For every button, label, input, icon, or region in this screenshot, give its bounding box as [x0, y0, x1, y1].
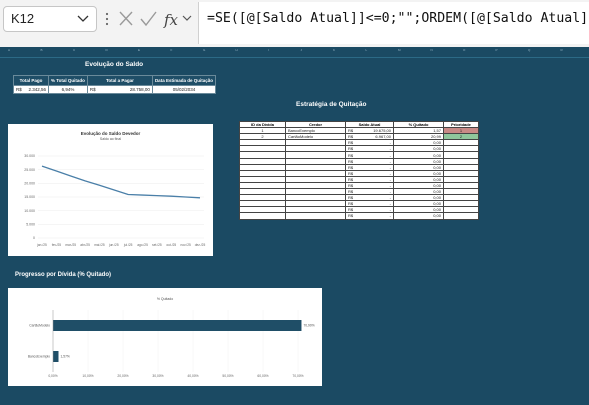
name-box[interactable]: K12	[3, 6, 97, 32]
table-row: R$ -0,00	[239, 212, 479, 220]
strategy-title: Estratégia de Quitação	[296, 101, 367, 108]
column-header[interactable]: B	[41, 48, 43, 52]
column-headers: A B C D E F G H I J K L M N O P Q R	[0, 47, 589, 58]
data-label: 1,57%	[60, 355, 69, 359]
formula-bar-area: K12 fx =SE([@[Saldo Atual]]<=0;"";ORDEM(…	[0, 0, 589, 48]
y-tick-label: 25.000	[24, 168, 35, 172]
y-tick-label: 20.000	[24, 182, 35, 186]
column-header[interactable]: F	[171, 48, 173, 52]
progress-title: Progresso por Dívida (% Quitado)	[15, 272, 112, 278]
x-tick-label: abr./25	[80, 243, 90, 247]
data-label: 70,99%	[303, 324, 314, 328]
cell-pct-quitado[interactable]: 6,94%	[48, 85, 88, 94]
name-box-value: K12	[11, 11, 35, 26]
header-total-pagar: Total a Pagar	[86, 75, 153, 86]
evolution-title: Evolução do Saldo	[85, 61, 144, 68]
y-tick-label: 0	[33, 236, 35, 240]
header-total-pago: Total Pago	[13, 75, 49, 86]
line-chart[interactable]: Evolução do Saldo Devedor Saldo ao final…	[8, 124, 213, 256]
x-tick-label: out./25	[166, 243, 176, 247]
cancel-icon[interactable]	[119, 11, 133, 26]
header-data-quitacao: Data Estimada de Quitação	[151, 75, 217, 86]
cell-total-pagar[interactable]: R$ 28.758,00	[86, 85, 153, 94]
column-header[interactable]: A	[8, 48, 10, 52]
cell-prioridade[interactable]	[443, 212, 479, 220]
x-tick-label: mai./25	[94, 243, 105, 247]
chevron-down-icon[interactable]	[182, 15, 192, 21]
bar	[53, 351, 59, 362]
column-header[interactable]: I	[268, 48, 269, 52]
column-header[interactable]: H	[236, 48, 238, 52]
insert-function-icon[interactable]: fx	[163, 11, 179, 29]
column-header[interactable]: K	[333, 48, 335, 52]
column-header[interactable]: E	[138, 48, 140, 52]
x-tick-label: mar./25	[65, 243, 76, 247]
column-header[interactable]: C	[73, 48, 75, 52]
enter-icon[interactable]	[140, 11, 157, 27]
cell-credor[interactable]	[285, 212, 346, 220]
category-label: CartãoModelo	[29, 324, 50, 328]
x-tick-label: fev./25	[52, 243, 62, 247]
x-tick-label: dez./25	[195, 243, 206, 247]
x-tick-label: jun./25	[108, 243, 119, 247]
x-tick-label: 20,00%	[117, 374, 128, 378]
y-tick-label: 10.000	[24, 209, 35, 213]
cell-total-pago[interactable]: R$ 2.342,56	[13, 85, 49, 94]
x-tick-label: 70,00%	[292, 374, 303, 378]
bar	[53, 320, 302, 331]
column-header[interactable]: M	[398, 48, 401, 52]
category-label: BancoExemplo	[28, 355, 50, 359]
x-tick-label: 60,00%	[257, 374, 268, 378]
x-tick-label: jan./25	[36, 243, 47, 247]
x-tick-label: 40,00%	[187, 374, 198, 378]
more-options-icon[interactable]	[104, 8, 110, 30]
column-header[interactable]: J	[301, 48, 303, 52]
formula-text: =SE([@[Saldo Atual]]<=0;"";ORDEM([@[Sald…	[207, 11, 589, 26]
svg-text:fx: fx	[163, 11, 179, 29]
column-header[interactable]: G	[203, 48, 205, 52]
cell-saldo[interactable]: R$ -	[345, 212, 394, 220]
strategy-table: ID da Dívida Credor Saldo Atual % Quitad…	[239, 120, 479, 220]
x-tick-label: jul./25	[123, 243, 133, 247]
column-header[interactable]: O	[463, 48, 465, 52]
column-header[interactable]: Q	[528, 48, 530, 52]
header-pct-quitado: % Total Quitado	[48, 75, 88, 86]
summary-table: Total Pago % Total Quitado Total a Pagar…	[13, 75, 217, 94]
column-header[interactable]: P	[496, 48, 498, 52]
column-header[interactable]: D	[106, 48, 108, 52]
x-tick-label: 0,00%	[48, 374, 57, 378]
y-tick-label: 30.000	[24, 154, 35, 158]
cell-id[interactable]	[239, 212, 286, 220]
column-header[interactable]: N	[431, 48, 433, 52]
x-tick-label: 10,00%	[82, 374, 93, 378]
y-tick-label: 15.000	[24, 195, 35, 199]
chevron-down-icon[interactable]	[76, 13, 90, 25]
formula-input[interactable]: =SE([@[Saldo Atual]]<=0;"";ORDEM([@[Sald…	[198, 2, 589, 44]
line-plot: 30.000 25.000 20.000 15.000 10.000 5.000 0jan.…	[24, 154, 206, 247]
x-tick-label: nov./25	[181, 243, 191, 247]
cell-pct[interactable]: 0,00	[393, 212, 444, 220]
x-tick-label: 50,00%	[222, 374, 233, 378]
x-tick-label: ago./25	[137, 243, 148, 247]
line-series	[41, 165, 201, 199]
y-tick-label: 5.000	[26, 223, 35, 227]
column-header[interactable]: L	[366, 48, 368, 52]
x-tick-label: set./25	[152, 243, 162, 247]
column-header[interactable]: R	[561, 48, 563, 52]
bar-plot: 0,00% 10,00% 20,00% 30,00% 40,00% 50,00% 60,00…	[28, 310, 315, 378]
cell-data-quitacao[interactable]: 05/02/2034	[151, 85, 217, 94]
x-tick-label: 30,00%	[152, 374, 163, 378]
bar-chart[interactable]: % Quitado 0,00% 10,00% 20,00% 30,00% 40,00% 5…	[8, 288, 322, 386]
formula-buttons: fx	[119, 11, 192, 29]
